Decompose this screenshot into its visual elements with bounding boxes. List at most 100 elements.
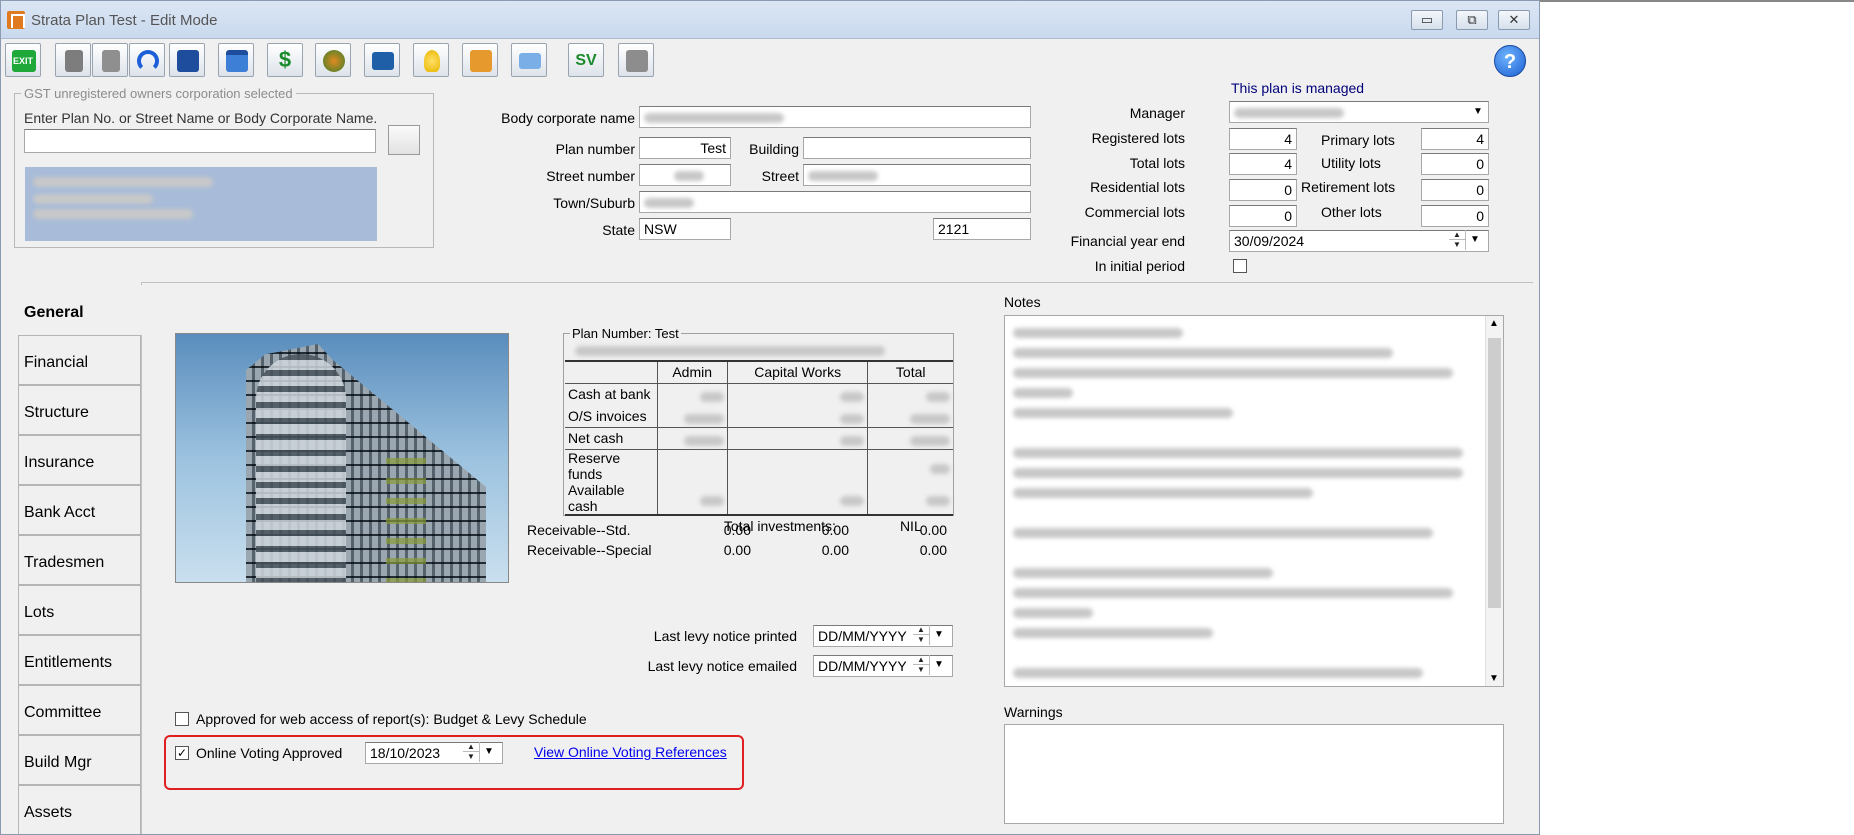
tab-financial[interactable]: Financial	[18, 335, 141, 385]
tab-structure[interactable]: Structure	[18, 385, 141, 435]
tab-insurance[interactable]: Insurance	[18, 435, 141, 485]
chevron-down-icon[interactable]: ▼	[931, 655, 947, 675]
close-button[interactable]: ✕	[1498, 10, 1530, 30]
spin-up-icon[interactable]: ▲	[913, 655, 930, 665]
receivable-special-label: Receivable--Special	[527, 542, 652, 558]
spin-down-icon[interactable]: ▼	[463, 752, 480, 762]
town-field[interactable]	[639, 191, 1031, 213]
total-lots-label: Total lots	[1129, 155, 1185, 171]
receivable-std-admin: 0.00	[723, 522, 751, 538]
tab-bank-acct[interactable]: Bank Acct	[18, 485, 141, 535]
app-building-icon	[7, 11, 25, 29]
plan-number-field[interactable]: Test	[639, 137, 731, 159]
spin-down-icon[interactable]: ▼	[913, 635, 930, 645]
briefcase-button[interactable]	[462, 43, 498, 77]
registered-lots-label: Registered lots	[1091, 130, 1185, 146]
folder-button[interactable]	[364, 43, 400, 77]
notes-label: Notes	[1004, 294, 1041, 310]
street-field[interactable]	[803, 164, 1031, 186]
commercial-lots-label: Commercial lots	[1084, 204, 1185, 220]
online-voting-spinner[interactable]: ▲ ▼ ▼	[463, 742, 499, 764]
building-greenery	[386, 444, 426, 582]
view-online-voting-references-link[interactable]: View Online Voting References	[534, 744, 727, 760]
chevron-down-icon[interactable]: ▼	[481, 742, 497, 762]
fy-end-spinner[interactable]: ▲ ▼ ▼	[1449, 230, 1485, 252]
row-label: Net cash	[565, 426, 657, 450]
table-row: Available cash	[565, 481, 953, 515]
other-lots-field[interactable]: 0	[1421, 205, 1489, 227]
tab-build-mgr[interactable]: Build Mgr	[18, 735, 141, 785]
scroll-down-icon[interactable]: ▼	[1489, 673, 1499, 684]
residential-lots-field[interactable]: 0	[1229, 179, 1297, 201]
tab-general[interactable]: General	[18, 285, 142, 335]
commercial-lots-field[interactable]: 0	[1229, 205, 1297, 227]
notes-blurred-content	[1005, 316, 1503, 686]
money-button[interactable]: $	[267, 43, 303, 77]
other-lots-label: Other lots	[1321, 204, 1382, 220]
new-doc-icon	[65, 50, 83, 72]
total-lots-field[interactable]: 4	[1229, 153, 1297, 175]
tab-committee[interactable]: Committee	[18, 685, 141, 735]
copy-button[interactable]	[92, 43, 128, 77]
coins-button[interactable]	[315, 43, 351, 77]
search-result-item[interactable]	[25, 167, 377, 225]
spin-down-icon[interactable]: ▼	[1449, 240, 1466, 250]
blank-button[interactable]	[618, 43, 654, 77]
body-corporate-field[interactable]	[639, 106, 1031, 128]
tab-lots[interactable]: Lots	[18, 585, 141, 635]
retirement-lots-field[interactable]: 0	[1421, 179, 1489, 201]
primary-lots-field[interactable]: 4	[1421, 128, 1489, 150]
scroll-up-icon[interactable]: ▲	[1489, 318, 1499, 329]
plan-search-input[interactable]	[24, 129, 376, 153]
receivable-special-admin: 0.00	[723, 542, 751, 558]
receivable-special-total: 0.00	[919, 542, 947, 558]
tab-entitlements[interactable]: Entitlements	[18, 635, 141, 685]
plan-summary-legend: Plan Number: Test	[572, 326, 679, 341]
notes-textarea[interactable]: ▲ ▼	[1004, 315, 1504, 687]
levy-emailed-spinner[interactable]: ▲ ▼ ▼	[913, 655, 949, 677]
maximize-button[interactable]: ⧉	[1456, 10, 1488, 30]
notes-scroll-thumb[interactable]	[1488, 338, 1501, 608]
initial-period-checkbox[interactable]	[1233, 259, 1247, 273]
warnings-textarea[interactable]	[1004, 724, 1504, 824]
manager-combo[interactable]: ▼	[1229, 101, 1489, 123]
levy-printed-spinner[interactable]: ▲ ▼ ▼	[913, 625, 949, 647]
web-access-checkbox[interactable]	[175, 712, 189, 726]
tab-assets[interactable]: Assets	[18, 785, 141, 834]
building-field[interactable]	[803, 137, 1031, 159]
initial-period-label: In initial period	[1094, 258, 1185, 274]
spin-up-icon[interactable]: ▲	[463, 742, 480, 752]
new-button[interactable]	[55, 43, 91, 77]
street-label: Street	[761, 168, 799, 184]
search-results-list[interactable]	[25, 167, 377, 241]
undo-button[interactable]	[129, 43, 165, 77]
calendar-button[interactable]	[218, 43, 254, 77]
calendar-icon	[226, 50, 248, 72]
chevron-down-icon[interactable]: ▼	[1467, 230, 1483, 250]
search-lookup-button[interactable]	[388, 125, 420, 155]
utility-lots-field[interactable]: 0	[1421, 153, 1489, 175]
spin-down-icon[interactable]: ▼	[913, 665, 930, 675]
state-field[interactable]: NSW	[639, 218, 731, 240]
spin-up-icon[interactable]: ▲	[913, 625, 930, 635]
notes-scrollbar[interactable]: ▲ ▼	[1485, 316, 1503, 686]
street-number-field[interactable]	[639, 164, 731, 186]
chevron-down-icon[interactable]: ▼	[1470, 104, 1486, 120]
col-header-total: Total	[867, 360, 953, 384]
utility-lots-label: Utility lots	[1321, 155, 1381, 171]
save-button[interactable]	[169, 43, 205, 77]
postcode-field[interactable]: 2121	[933, 218, 1031, 240]
online-voting-checkbox[interactable]: ✓	[175, 746, 189, 760]
help-button[interactable]: ?	[1494, 45, 1526, 77]
sv-button[interactable]: SV	[568, 43, 604, 77]
window-edge	[1540, 0, 1854, 2]
idea-button[interactable]	[413, 43, 449, 77]
chevron-down-icon[interactable]: ▼	[931, 625, 947, 645]
email-button[interactable]	[511, 43, 547, 77]
table-row: O/S invoices	[565, 405, 953, 427]
tab-tradesmen[interactable]: Tradesmen	[18, 535, 141, 585]
exit-button[interactable]: EXIT	[5, 43, 41, 77]
registered-lots-field[interactable]: 4	[1229, 128, 1297, 150]
minimize-button[interactable]: ▭	[1411, 10, 1443, 30]
spin-up-icon[interactable]: ▲	[1449, 230, 1466, 240]
